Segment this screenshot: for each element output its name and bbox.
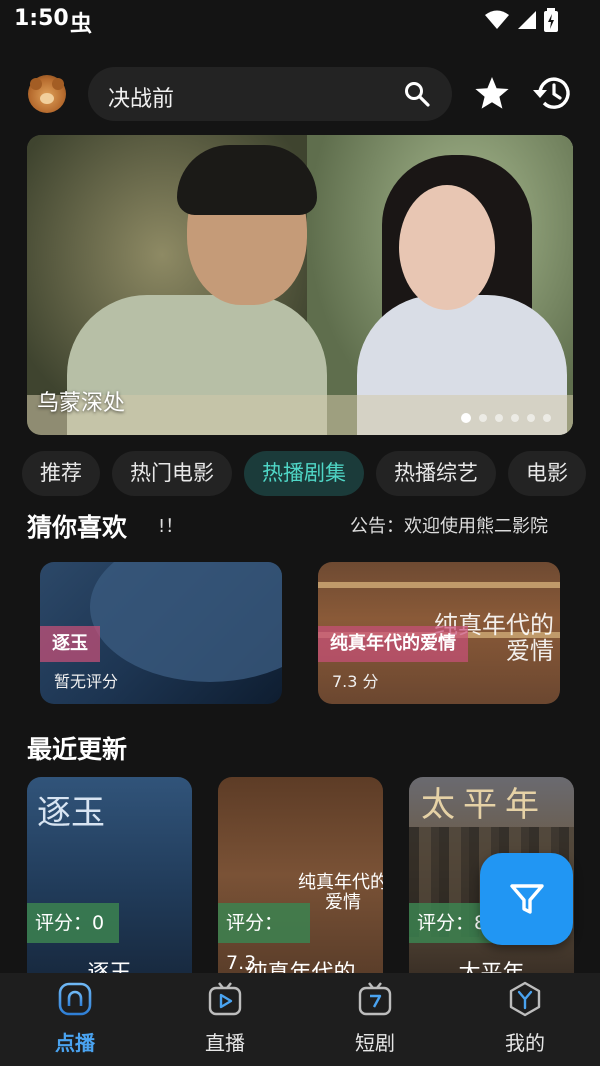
guess-card[interactable]: 逐玉 暂无评分 bbox=[40, 562, 282, 704]
banner-dot[interactable] bbox=[527, 414, 535, 422]
status-app-glyph: 虫 bbox=[70, 12, 93, 37]
notice-text: 公告：欢迎使用熊二影院 bbox=[350, 516, 548, 537]
tab-hot-variety[interactable]: 热播综艺 bbox=[376, 451, 496, 496]
nav-item-vod[interactable]: 点播 bbox=[25, 981, 125, 1056]
profile-icon bbox=[509, 981, 541, 1017]
poster-art-text: 纯真年代的 爱情 bbox=[298, 872, 383, 913]
search-icon[interactable] bbox=[404, 81, 430, 107]
banner-title: 乌蒙深处 bbox=[37, 391, 126, 416]
hero-banner[interactable]: 乌蒙深处 bbox=[27, 135, 573, 435]
guess-card-title: 纯真年代的爱情 bbox=[318, 626, 468, 662]
section-title-recent: 最近更新 bbox=[27, 735, 128, 764]
vod-icon bbox=[58, 982, 92, 1016]
tab-recommend[interactable]: 推荐 bbox=[22, 451, 100, 496]
status-time: 1:50 bbox=[14, 6, 69, 31]
recent-card-title: 太平年 bbox=[409, 955, 574, 973]
recent-card-title: 逐玉 bbox=[27, 955, 192, 973]
nav-label: 直播 bbox=[205, 1031, 245, 1055]
search-bar[interactable]: 决战前 bbox=[88, 67, 452, 121]
poster-art-text: 太平年 bbox=[421, 785, 547, 825]
avatar-ear-left bbox=[30, 78, 42, 90]
avatar[interactable] bbox=[28, 75, 66, 113]
tab-hot-movies[interactable]: 热门电影 bbox=[112, 451, 232, 496]
recent-card-title: 纯真年代的 bbox=[218, 955, 383, 973]
nav-item-live[interactable]: 直播 bbox=[175, 981, 275, 1056]
battery-icon bbox=[544, 8, 558, 32]
tab-movies[interactable]: 电影 bbox=[508, 451, 586, 496]
recent-card[interactable]: 逐玉 评分：0 逐玉 bbox=[27, 777, 192, 973]
banner-dot[interactable] bbox=[511, 414, 519, 422]
poster-umbrella bbox=[90, 562, 282, 682]
search-input[interactable]: 决战前 bbox=[108, 81, 174, 113]
nav-item-short-drama[interactable]: 短剧 bbox=[325, 981, 425, 1056]
recent-card-score: 评分：7.3 bbox=[218, 903, 310, 973]
category-tabs: 推荐 热门电影 热播剧集 热播综艺 电影 bbox=[22, 451, 600, 497]
bottom-nav: 点播 直播 短剧 我的 bbox=[0, 973, 600, 1066]
nav-label: 点播 bbox=[55, 1031, 95, 1055]
banner-dot[interactable] bbox=[543, 414, 551, 422]
guess-card-score: 7.3 分 bbox=[332, 672, 379, 691]
wifi-icon bbox=[485, 10, 509, 29]
live-tv-icon bbox=[208, 982, 242, 1016]
avatar-face bbox=[40, 93, 54, 104]
filter-icon bbox=[510, 884, 544, 914]
banner-figure-woman-face bbox=[399, 185, 495, 310]
status-bar: 1:50 虫 bbox=[0, 0, 600, 44]
guess-card[interactable]: 纯真年代的 爱情 纯真年代的爱情 7.3 分 bbox=[318, 562, 560, 704]
banner-pager-dots[interactable] bbox=[461, 413, 551, 423]
star-icon[interactable] bbox=[474, 76, 510, 110]
notice-text-tail: !！ bbox=[158, 516, 184, 537]
short-drama-icon bbox=[358, 982, 392, 1016]
history-icon[interactable] bbox=[532, 74, 572, 112]
tab-hot-series[interactable]: 热播剧集 bbox=[244, 451, 364, 496]
banner-dot[interactable] bbox=[479, 414, 487, 422]
nav-label: 我的 bbox=[505, 1031, 545, 1055]
banner-dot[interactable] bbox=[461, 413, 471, 423]
section-title-guess: 猜你喜欢 bbox=[27, 513, 128, 542]
top-bar: 决战前 bbox=[0, 64, 600, 124]
guess-card-score: 暂无评分 bbox=[54, 672, 119, 691]
guess-card-title: 逐玉 bbox=[40, 626, 100, 662]
recent-card[interactable]: 纯真年代的 爱情 评分：7.3 纯真年代的 bbox=[218, 777, 383, 973]
status-icons bbox=[484, 8, 558, 32]
avatar-ear-right bbox=[52, 78, 64, 90]
poster-art-text: 逐玉 bbox=[37, 793, 105, 833]
nav-item-profile[interactable]: 我的 bbox=[475, 981, 575, 1056]
banner-figure-man-hair bbox=[177, 145, 317, 215]
poster-bunk-rail bbox=[318, 582, 560, 588]
banner-dot[interactable] bbox=[495, 414, 503, 422]
nav-label: 短剧 bbox=[355, 1031, 395, 1055]
filter-fab-button[interactable] bbox=[480, 853, 573, 945]
notice-marquee: !！ 公告：欢迎使用熊二影院 bbox=[158, 512, 572, 538]
signal-icon bbox=[518, 11, 536, 29]
recent-card-score: 评分：0 bbox=[27, 903, 119, 943]
